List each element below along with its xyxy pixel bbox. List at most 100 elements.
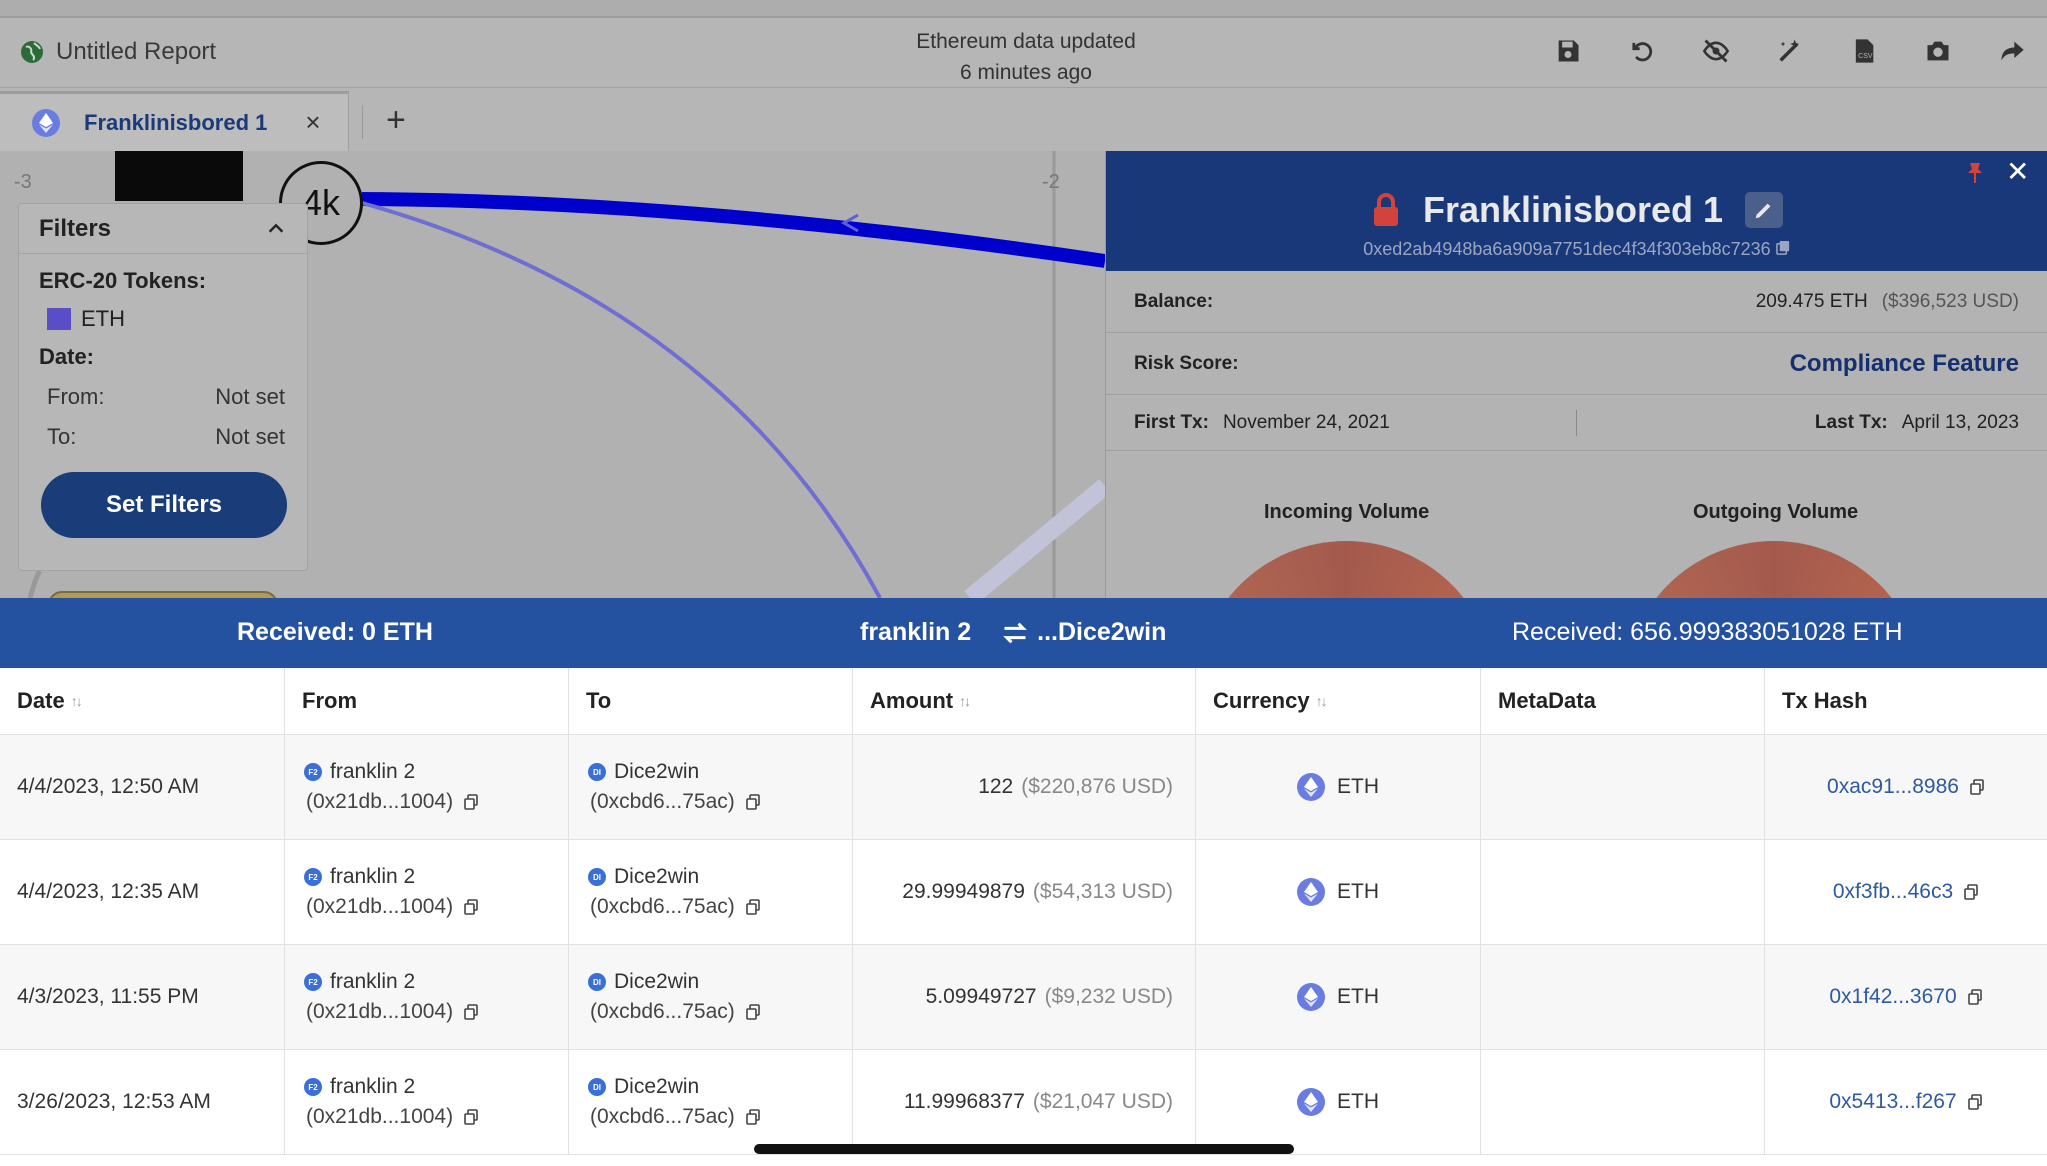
avatar: F2 <box>304 1078 322 1096</box>
copy-icon[interactable] <box>463 794 479 810</box>
avatar: DI <box>588 973 606 991</box>
wallet-address[interactable]: 0xed2ab4948ba6a909a7751dec4f34f303eb8c72… <box>1106 239 2047 260</box>
cell-currency: ETH <box>1196 840 1481 944</box>
table-row[interactable]: 4/3/2023, 11:55 PM F2 franklin 2 (0x21db.… <box>0 945 2047 1050</box>
sort-icon[interactable]: ↑↓ <box>1316 693 1328 709</box>
cell-date: 4/4/2023, 12:35 AM <box>0 840 285 944</box>
compliance-feature-link[interactable]: Compliance Feature <box>1790 350 2019 378</box>
cell-tx-hash[interactable]: 0x5413...f267 <box>1765 1050 2047 1154</box>
table-body: 4/4/2023, 12:50 AM F2 franklin 2 (0x21db.… <box>0 735 2047 1155</box>
swap-arrows-icon[interactable] <box>1001 619 1029 647</box>
amount-usd: ($54,313 USD) <box>1032 880 1173 903</box>
chevron-up-icon[interactable] <box>265 218 287 240</box>
to-label: To: <box>47 424 77 449</box>
from-name[interactable]: franklin 2 <box>330 1075 415 1099</box>
to-value: Not set <box>215 424 285 449</box>
copy-icon[interactable] <box>463 899 479 915</box>
add-tab-button[interactable]: + <box>386 101 406 140</box>
copy-icon[interactable] <box>1967 989 1983 1005</box>
tab-franklinisbored[interactable]: Franklinisbored 1 × <box>0 91 349 151</box>
from-name[interactable]: franklin 2 <box>330 865 415 889</box>
tokens-label: ERC-20 Tokens: <box>39 268 207 293</box>
globe-icon <box>21 41 43 63</box>
copy-icon[interactable] <box>1775 240 1791 255</box>
col-amount[interactable]: Amount ↑↓ <box>853 668 1196 734</box>
tab-label: Franklinisbored 1 <box>84 109 268 135</box>
edge-stub <box>27 569 43 598</box>
undo-icon[interactable] <box>1625 34 1659 68</box>
copy-icon[interactable] <box>745 794 761 810</box>
cell-metadata <box>1481 1050 1765 1154</box>
to-entity[interactable]: ...Dice2win <box>1037 618 1166 647</box>
table-row[interactable]: 4/4/2023, 12:50 AM F2 franklin 2 (0x21db.… <box>0 735 2047 840</box>
from-name[interactable]: franklin 2 <box>330 970 415 994</box>
to-name[interactable]: Dice2win <box>614 970 699 994</box>
cell-to: DI Dice2win (0xcbd6...75ac) <box>569 945 853 1049</box>
copy-icon[interactable] <box>745 1109 761 1125</box>
to-name[interactable]: Dice2win <box>614 760 699 784</box>
edge-main[interactable] <box>361 192 1107 268</box>
copy-icon[interactable] <box>463 1109 479 1125</box>
copy-icon[interactable] <box>1969 779 1985 795</box>
amount-eth: 122 <box>978 775 1014 798</box>
cell-date: 4/4/2023, 12:50 AM <box>0 735 285 839</box>
close-panel-icon[interactable]: ✕ <box>2006 155 2029 188</box>
sort-icon[interactable]: ↑↓ <box>959 693 971 709</box>
copy-icon[interactable] <box>463 1004 479 1020</box>
copy-icon[interactable] <box>1963 884 1979 900</box>
wallet-panel: ✕ Franklinisbored 1 0xed2ab4948ba6a909a7… <box>1105 151 2047 598</box>
entity-node-image[interactable] <box>115 151 243 201</box>
col-from: From <box>285 668 569 734</box>
last-tx: Last Tx: April 13, 2023 <box>1814 411 2019 433</box>
tx-hash-link[interactable]: 0xf3fb...46c3 <box>1833 880 1953 904</box>
incoming-volume-chart[interactable] <box>1196 541 1496 598</box>
copy-icon[interactable] <box>745 899 761 915</box>
edge-faint[interactable] <box>964 479 1111 598</box>
wallet-title-row: Franklinisbored 1 <box>1106 189 2047 231</box>
camera-icon[interactable] <box>1921 34 1955 68</box>
balance-eth: 209.475 ETH <box>1755 290 1868 312</box>
cell-from: F2 franklin 2 (0x21db...1004) <box>285 1050 569 1154</box>
filters-header[interactable]: Filters <box>19 204 307 254</box>
cell-tx-hash[interactable]: 0x1f42...3670 <box>1765 945 2047 1049</box>
from-name[interactable]: franklin 2 <box>330 760 415 784</box>
date-from-row[interactable]: From: Not set <box>19 384 307 410</box>
edit-name-button[interactable] <box>1745 192 1784 228</box>
from-entity[interactable]: franklin 2 <box>860 618 971 647</box>
currency-code: ETH <box>1337 1090 1379 1113</box>
set-filters-button[interactable]: Set Filters <box>41 472 287 538</box>
table-row[interactable]: 3/26/2023, 12:53 AM F2 franklin 2 (0x21db… <box>0 1050 2047 1155</box>
eye-off-icon[interactable] <box>1699 34 1733 68</box>
date-to-row[interactable]: To: Not set <box>19 424 307 450</box>
cell-metadata <box>1481 735 1765 839</box>
brand: Untitled Report <box>20 38 216 66</box>
sort-icon[interactable]: ↑↓ <box>71 693 83 709</box>
to-name[interactable]: Dice2win <box>614 865 699 889</box>
home-indicator <box>754 1144 1294 1154</box>
token-swatch <box>47 308 71 330</box>
graph-canvas[interactable]: -3 -2 4k Filters ERC-20 Tokens: ETH Date… <box>0 151 2047 598</box>
magic-wand-icon[interactable] <box>1773 34 1807 68</box>
currency-code: ETH <box>1337 880 1379 903</box>
table-row[interactable]: 4/4/2023, 12:35 AM F2 franklin 2 (0x21db.… <box>0 840 2047 945</box>
cell-tx-hash[interactable]: 0xf3fb...46c3 <box>1765 840 2047 944</box>
legend-tab[interactable] <box>48 591 278 598</box>
share-icon[interactable] <box>1995 34 2029 68</box>
edge-secondary[interactable] <box>354 199 882 598</box>
tx-hash-link[interactable]: 0xac91...8986 <box>1827 775 1959 799</box>
tx-hash-link[interactable]: 0x5413...f267 <box>1829 1090 1956 1114</box>
csv-export-icon[interactable]: CSV <box>1847 34 1881 68</box>
col-currency[interactable]: Currency ↑↓ <box>1196 668 1481 734</box>
tab-close-icon[interactable]: × <box>305 107 320 138</box>
save-icon[interactable] <box>1551 34 1585 68</box>
copy-icon[interactable] <box>1967 1094 1983 1110</box>
outgoing-volume-chart[interactable] <box>1624 541 1924 598</box>
col-date[interactable]: Date ↑↓ <box>0 668 285 734</box>
report-title[interactable]: Untitled Report <box>56 38 216 66</box>
copy-icon[interactable] <box>745 1004 761 1020</box>
cell-tx-hash[interactable]: 0xac91...8986 <box>1765 735 2047 839</box>
to-name[interactable]: Dice2win <box>614 1075 699 1099</box>
tx-hash-link[interactable]: 0x1f42...3670 <box>1829 985 1956 1009</box>
token-filter-eth[interactable]: ETH <box>19 306 307 332</box>
pin-icon[interactable] <box>1964 161 1986 185</box>
